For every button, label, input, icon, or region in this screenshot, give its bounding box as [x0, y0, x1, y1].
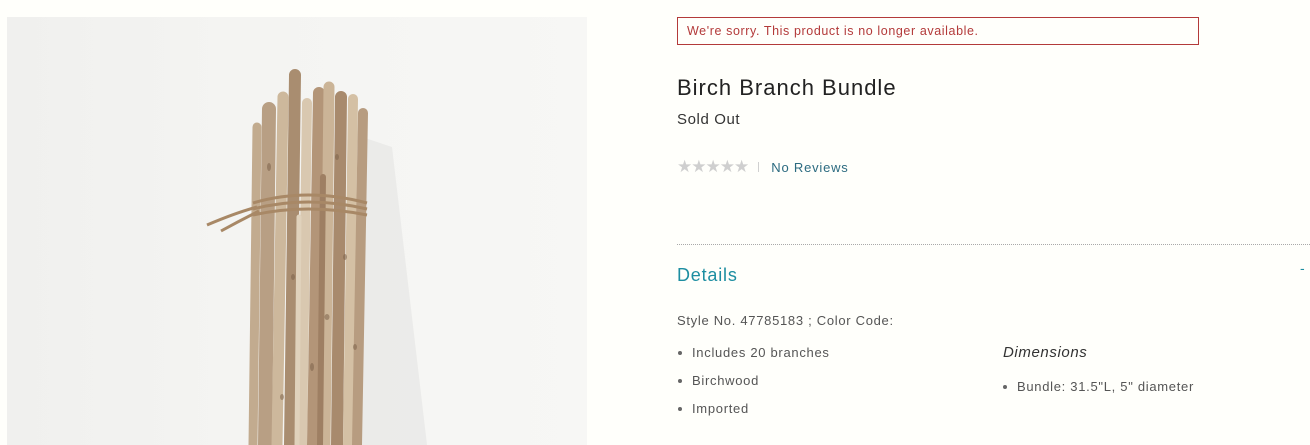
star-icon: ★: [705, 157, 721, 176]
product-title: Birch Branch Bundle: [677, 75, 897, 100]
list-item: Includes 20 branches: [677, 344, 830, 372]
list-item: Birchwood: [677, 372, 830, 400]
list-item: Bundle: 31.5"L, 5" diameter: [1002, 378, 1194, 406]
reviews-link[interactable]: No Reviews: [771, 160, 848, 175]
style-number: Style No. 47785183 ; Color Code:: [677, 313, 894, 328]
dimensions-heading: Dimensions: [1003, 344, 1088, 361]
stock-status: Sold Out: [677, 111, 741, 128]
rating-divider: [758, 162, 760, 172]
star-icon: ★: [677, 157, 692, 176]
unavailable-alert: We're sorry. This product is no longer a…: [677, 17, 1199, 45]
feature-list: Includes 20 branches Birchwood Imported: [677, 344, 830, 428]
star-icon: ★: [719, 157, 735, 176]
star-icon: ★: [734, 157, 749, 176]
list-item: Imported: [677, 400, 830, 428]
details-heading[interactable]: Details: [677, 265, 738, 286]
star-rating: ★ ★ ★ ★ ★: [677, 157, 749, 176]
star-icon: ★: [691, 157, 706, 176]
collapse-icon[interactable]: -: [1300, 260, 1305, 276]
section-divider: [677, 244, 1310, 245]
dimensions-list: Bundle: 31.5"L, 5" diameter: [1002, 378, 1194, 406]
birch-bundle-illustration: [206, 69, 427, 445]
product-image[interactable]: [7, 17, 587, 445]
rating-summary: ★ ★ ★ ★ ★ No Reviews: [677, 158, 849, 176]
product-info-panel: We're sorry. This product is no longer a…: [677, 0, 1310, 445]
